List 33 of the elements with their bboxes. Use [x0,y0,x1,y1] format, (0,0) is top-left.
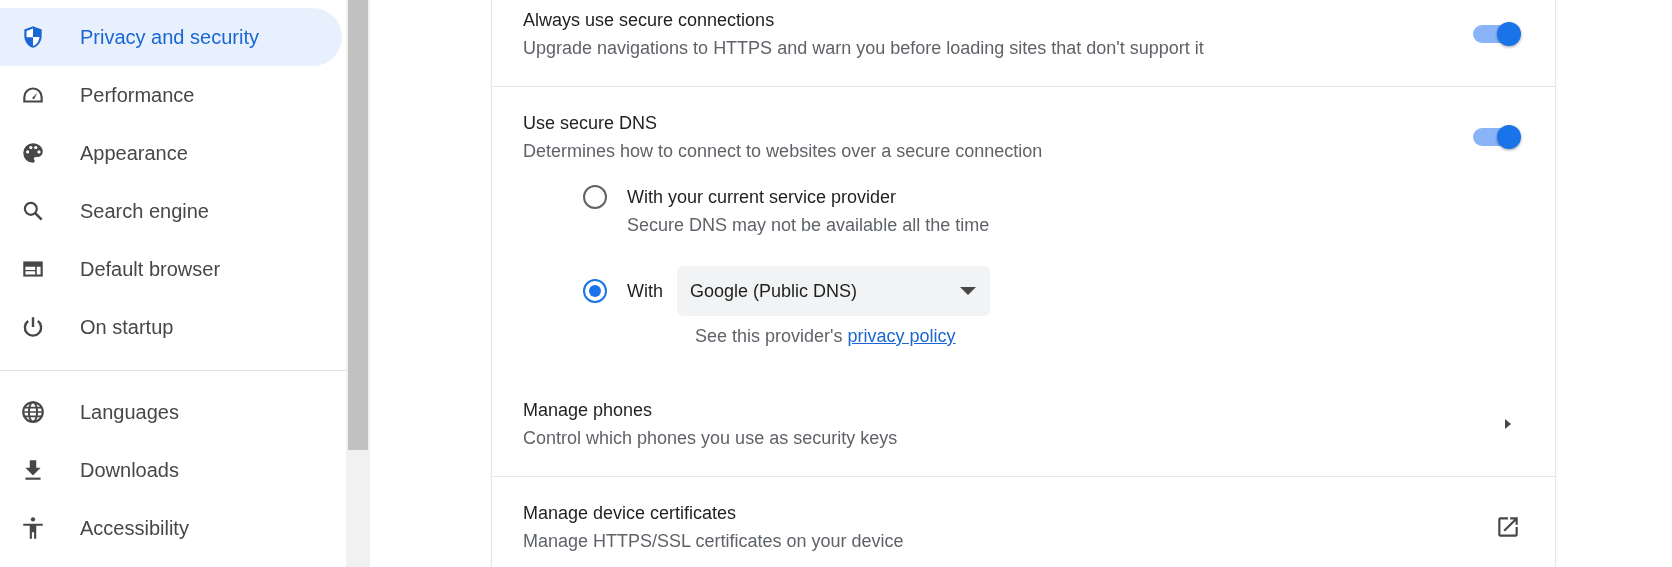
setting-title: Manage device certificates [523,502,738,525]
setting-title: Always use secure connections [523,9,776,32]
setting-description: Upgrade navigations to HTTPS and warn you before loading sites that don't support it [523,37,1205,60]
caret-icon [960,287,976,295]
sidebar-item[interactable]: Privacy and security [0,8,342,66]
palette-icon [20,140,46,166]
setting-title: Use secure DNS [523,112,659,135]
sidebar-item[interactable]: Downloads [0,441,342,499]
external-link-icon[interactable] [1495,514,1521,540]
setting-description: Control which phones you use as security keys [523,427,899,450]
sidebar-item[interactable]: On startup [0,298,342,356]
option-label: With [627,280,663,303]
accessibility-icon [20,515,46,541]
note-text: See this provider's [695,325,843,348]
sidebar-item[interactable]: Appearance [0,124,342,182]
sidebar-item[interactable]: Performance [0,66,342,124]
setting-description: Manage HTTPS/SSL certificates on your device [523,530,905,553]
globe-icon [20,399,46,425]
sidebar-item[interactable]: Search engine [0,182,342,240]
sidebar-item[interactable]: Accessibility [0,499,342,557]
option-description: Secure DNS may not be available all the time [627,214,990,237]
sidebar-item[interactable]: Languages [0,383,342,441]
privacy-policy-link[interactable]: privacy policy [847,322,956,350]
radio-button[interactable] [583,279,607,303]
setting-title: Manage phones [523,399,654,422]
setting-description: Determines how to connect to websites over a secure connection [523,140,1044,163]
dropdown-select[interactable]: Google (Public DNS) [677,266,990,316]
option-label: With your current service provider [627,187,897,207]
sidebar-item[interactable]: Default browser [0,240,342,298]
radio-button[interactable] [583,185,607,209]
chevron-right-icon[interactable] [1503,417,1513,431]
scrollbar-thumb[interactable] [348,0,368,450]
scrollbar[interactable] [346,0,370,567]
